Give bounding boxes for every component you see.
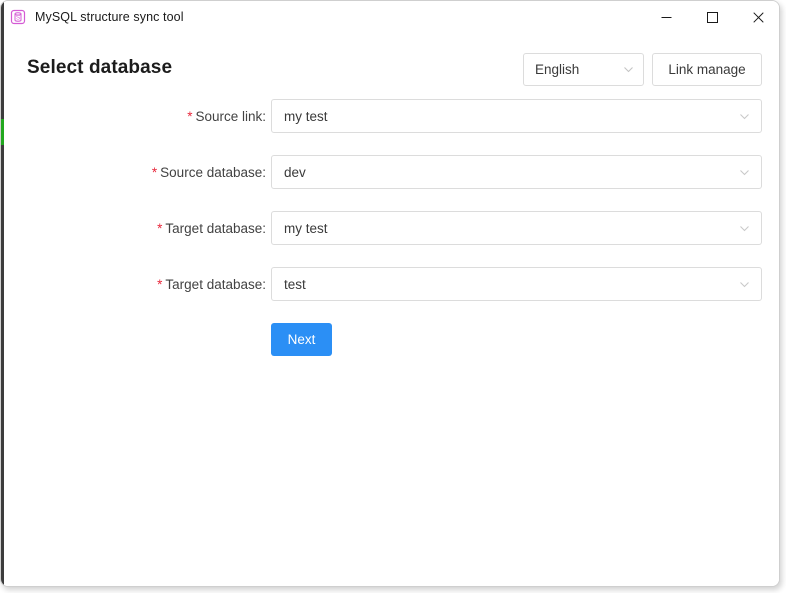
target-database-value: test <box>284 276 306 292</box>
application-window: S MySQL structure sync tool Select datab… <box>0 0 780 587</box>
window-controls <box>643 1 779 33</box>
source-database-value: dev <box>284 164 306 180</box>
title-bar: S MySQL structure sync tool <box>1 1 779 33</box>
svg-text:S: S <box>16 16 20 22</box>
target-link-select[interactable]: my test <box>271 211 762 245</box>
window-left-border-green-indicator <box>1 119 4 145</box>
form-row-target-database: * Target database: test <box>1 267 779 301</box>
target-link-label-text: Target database: <box>165 220 266 236</box>
chevron-down-icon <box>740 169 749 175</box>
content-area: Select database English Link manage * Sou… <box>1 33 779 586</box>
chevron-down-icon <box>740 281 749 287</box>
source-database-select[interactable]: dev <box>271 155 762 189</box>
target-database-label: * Target database: <box>21 277 266 292</box>
database-s-icon: S <box>10 9 26 25</box>
required-marker: * <box>187 108 193 124</box>
window-left-border <box>1 1 4 586</box>
link-manage-button[interactable]: Link manage <box>652 53 762 86</box>
target-database-label-text: Target database: <box>165 276 266 292</box>
required-marker: * <box>157 276 163 292</box>
window-title: MySQL structure sync tool <box>35 10 184 24</box>
form-row-source-database: * Source database: dev <box>1 155 779 189</box>
form-row-source-link: * Source link: my test <box>1 99 779 133</box>
source-database-label-text: Source database: <box>160 164 266 180</box>
source-link-label-text: Source link: <box>195 108 266 124</box>
minimize-icon <box>661 16 671 18</box>
target-database-select[interactable]: test <box>271 267 762 301</box>
chevron-down-icon <box>740 225 749 231</box>
page-title: Select database <box>27 57 173 78</box>
close-icon <box>752 11 764 23</box>
target-link-label: * Target database: <box>21 221 266 236</box>
language-select-value: English <box>535 62 580 77</box>
source-link-value: my test <box>284 108 328 124</box>
language-select[interactable]: English <box>523 53 644 86</box>
chevron-down-icon <box>740 113 749 119</box>
required-marker: * <box>151 164 158 180</box>
form-row-target-link: * Target database: my test <box>1 211 779 245</box>
required-marker: * <box>157 220 163 236</box>
maximize-icon <box>706 11 718 23</box>
source-link-select[interactable]: my test <box>271 99 762 133</box>
chevron-down-icon <box>624 67 633 73</box>
source-link-label: * Source link: <box>21 109 266 124</box>
minimize-button[interactable] <box>643 1 689 33</box>
target-link-value: my test <box>284 220 328 236</box>
next-button[interactable]: Next <box>271 323 332 356</box>
maximize-button[interactable] <box>689 1 735 33</box>
source-database-label: * Source database: <box>21 165 266 180</box>
close-button[interactable] <box>735 1 779 33</box>
